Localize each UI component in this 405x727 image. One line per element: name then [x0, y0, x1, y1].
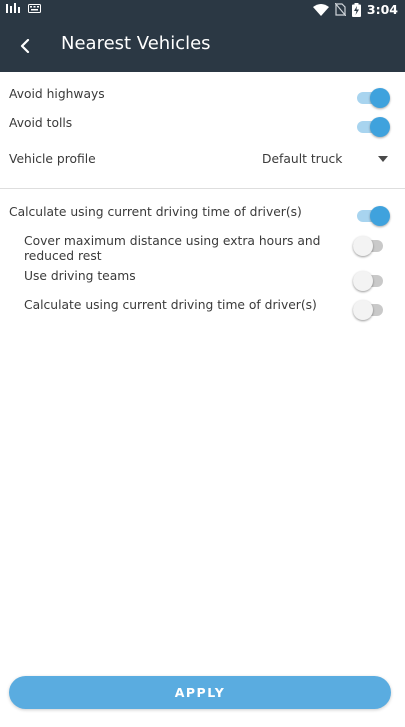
avoid-tolls-toggle[interactable]	[357, 117, 390, 137]
no-sim-icon	[334, 3, 346, 16]
toggle-thumb	[370, 88, 390, 108]
toggle-thumb	[370, 117, 390, 137]
avoid-highways-label: Avoid highways	[9, 87, 105, 101]
apply-button[interactable]: APPLY	[9, 676, 391, 709]
wifi-icon	[312, 3, 329, 16]
avoid-highways-toggle[interactable]	[357, 88, 390, 108]
driving-teams-toggle[interactable]	[353, 271, 385, 291]
max-distance-label: Cover maximum distance using extra hours…	[24, 234, 321, 263]
max-distance-toggle[interactable]	[353, 236, 385, 256]
page-title: Nearest Vehicles	[61, 33, 211, 54]
status-left	[6, 3, 41, 14]
dropdown-arrow-icon	[378, 156, 388, 162]
back-chevron-icon	[20, 39, 30, 53]
signal-icon	[6, 3, 20, 13]
driving-time-label: Calculate using current driving time of …	[9, 205, 302, 219]
vehicle-profile-select[interactable]: Default truck	[250, 149, 395, 171]
vehicle-profile-label: Vehicle profile	[9, 152, 96, 166]
driving-time-toggle[interactable]	[357, 206, 390, 226]
toggle-thumb	[353, 300, 373, 320]
driving-teams-label: Use driving teams	[24, 269, 136, 283]
vehicle-profile-value: Default truck	[262, 152, 343, 166]
keyboard-icon	[28, 4, 41, 13]
status-bar: 3:04	[0, 0, 405, 20]
status-right: 3:04	[312, 2, 398, 17]
driving-time-sub-toggle[interactable]	[353, 300, 385, 320]
driving-time-sub-label: Calculate using current driving time of …	[24, 298, 317, 312]
back-button[interactable]	[6, 27, 44, 65]
toggle-thumb	[370, 206, 390, 226]
avoid-tolls-label: Avoid tolls	[9, 116, 73, 130]
section-divider	[0, 188, 405, 189]
status-time: 3:04	[366, 2, 398, 17]
battery-charging-icon	[351, 2, 361, 17]
toggle-thumb	[353, 236, 373, 256]
toggle-thumb	[353, 271, 373, 291]
app-bar: Nearest Vehicles	[0, 20, 405, 72]
